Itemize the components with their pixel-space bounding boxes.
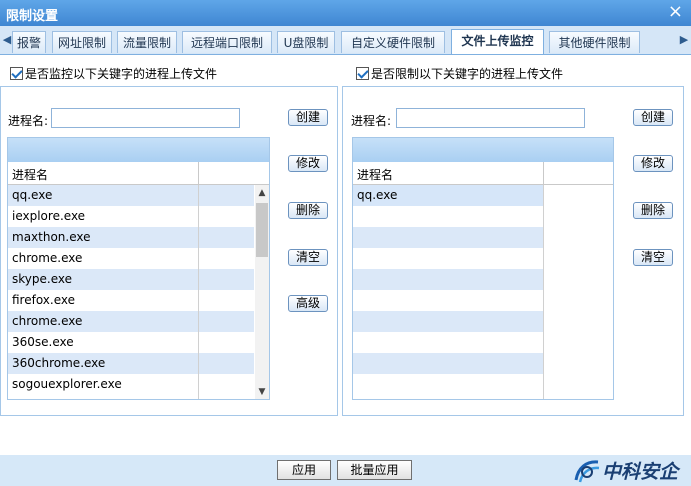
- left-create-button[interactable]: 创建: [288, 109, 328, 126]
- list-item[interactable]: chrome.exe: [8, 248, 254, 269]
- tab-remote-port-limit[interactable]: 远程端口限制: [182, 31, 272, 53]
- left-delete-button[interactable]: 删除: [288, 202, 328, 219]
- tab-usb-limit[interactable]: U盘限制: [277, 31, 335, 53]
- tab-scroll-right-icon[interactable]: ▶: [679, 32, 689, 48]
- logo-mark-icon: [574, 460, 600, 483]
- batch-apply-button[interactable]: 批量应用: [337, 460, 412, 480]
- right-process-name-input[interactable]: [396, 108, 585, 128]
- right-list-header: 进程名: [353, 162, 613, 185]
- right-create-button[interactable]: 创建: [633, 109, 673, 126]
- checkbox-checked-icon[interactable]: [356, 67, 369, 80]
- restrict-upload-checkbox[interactable]: 是否限制以下关键字的进程上传文件: [356, 65, 563, 82]
- scroll-thumb[interactable]: [256, 203, 268, 257]
- list-item[interactable]: 360se.exe: [8, 332, 254, 353]
- left-process-list: 进程名 qq.exe iexplore.exe maxthon.exe chro…: [7, 137, 270, 400]
- left-list-scrollbar[interactable]: ▲ ▼: [255, 185, 269, 399]
- right-column-header: 进程名: [357, 168, 394, 182]
- right-process-list: 进程名 qq.exe: [352, 137, 614, 400]
- scroll-down-icon[interactable]: ▼: [255, 386, 269, 398]
- left-clear-button[interactable]: 清空: [288, 249, 328, 266]
- window-title: 限制设置: [6, 9, 59, 24]
- title-bar: 限制设置 ×: [0, 0, 691, 26]
- right-clear-button[interactable]: 清空: [633, 249, 673, 266]
- tab-scroll-left-icon[interactable]: ◀: [2, 32, 12, 48]
- left-list-header: 进程名: [8, 162, 269, 185]
- close-icon[interactable]: ×: [668, 3, 683, 21]
- list-item[interactable]: chrome.exe: [8, 311, 254, 332]
- scroll-up-icon[interactable]: ▲: [255, 187, 269, 199]
- list-item[interactable]: iexplore.exe: [8, 206, 254, 227]
- tab-bar: ◀ 报警 网址限制 流量限制 远程端口限制 U盘限制 自定义硬件限制 文件上传监…: [0, 26, 691, 55]
- list-item[interactable]: skype.exe: [8, 269, 254, 290]
- monitor-upload-checkbox[interactable]: 是否监控以下关键字的进程上传文件: [10, 65, 217, 82]
- monitor-upload-label: 是否监控以下关键字的进程上传文件: [25, 67, 218, 81]
- left-process-name-input[interactable]: [51, 108, 240, 128]
- apply-button[interactable]: 应用: [277, 460, 331, 480]
- left-modify-button[interactable]: 修改: [288, 155, 328, 172]
- restrict-upload-label: 是否限制以下关键字的进程上传文件: [371, 67, 564, 81]
- logo-text: 中科安企: [602, 461, 679, 483]
- list-item[interactable]: sogouexplorer.exe: [8, 374, 254, 395]
- right-delete-button[interactable]: 删除: [633, 202, 673, 219]
- tab-file-upload-monitor[interactable]: 文件上传监控: [451, 29, 544, 54]
- right-modify-button[interactable]: 修改: [633, 155, 673, 172]
- tab-custom-hardware-limit[interactable]: 自定义硬件限制: [341, 31, 445, 53]
- tab-traffic-limit[interactable]: 流量限制: [117, 31, 177, 53]
- list-item[interactable]: 360chrome.exe: [8, 353, 254, 374]
- tab-url-limit[interactable]: 网址限制: [52, 31, 112, 53]
- left-column-header: 进程名: [12, 168, 49, 182]
- tab-alarm[interactable]: 报警: [12, 31, 46, 53]
- left-process-name-label: 进程名:: [8, 114, 49, 128]
- list-item[interactable]: firefox.exe: [8, 290, 254, 311]
- tab-other-hardware-limit[interactable]: 其他硬件限制: [549, 31, 640, 53]
- list-item[interactable]: maxthon.exe: [8, 227, 254, 248]
- checkbox-checked-icon[interactable]: [10, 67, 23, 80]
- list-item[interactable]: qq.exe: [8, 185, 254, 206]
- right-process-name-label: 进程名:: [351, 114, 392, 128]
- list-item[interactable]: qq.exe: [353, 185, 543, 206]
- left-advanced-button[interactable]: 高级: [288, 295, 328, 312]
